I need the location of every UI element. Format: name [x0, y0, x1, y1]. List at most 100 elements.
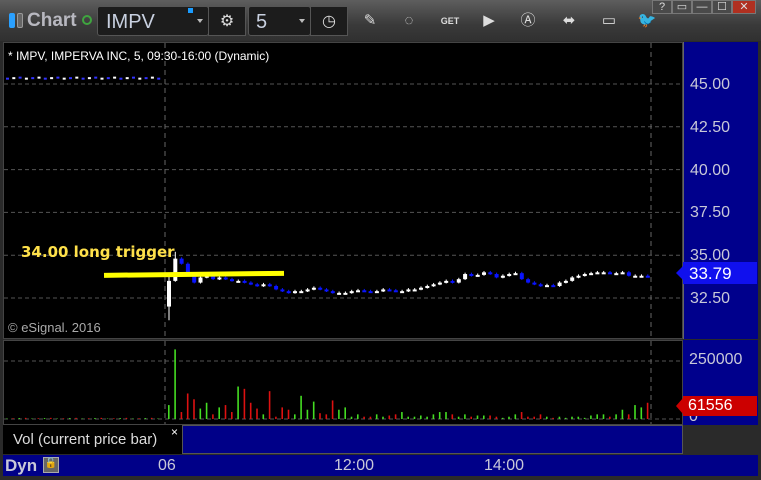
volume-bar	[281, 407, 283, 419]
volume-bar	[199, 408, 202, 419]
candle	[570, 277, 575, 281]
volume-bar	[615, 414, 617, 419]
candle	[374, 291, 379, 294]
prev-day-volume-bar	[43, 418, 46, 419]
volume-bar	[357, 414, 359, 419]
prev-day-candle	[144, 77, 148, 80]
volume-bar	[646, 402, 649, 419]
volume-bar	[375, 414, 378, 419]
candle	[337, 292, 342, 295]
candle	[324, 289, 329, 292]
volume-bar	[350, 416, 353, 419]
last-price-pointer	[676, 266, 683, 280]
time-tick: 14:00	[484, 457, 525, 474]
volume-bar	[489, 415, 491, 419]
volume-bar	[180, 412, 183, 419]
volume-bar	[495, 416, 498, 419]
candle	[488, 272, 493, 275]
prev-day-candle	[113, 76, 117, 79]
volume-bar	[249, 402, 252, 419]
volume-bar	[564, 417, 567, 419]
candle	[639, 275, 644, 278]
chart-plot	[4, 43, 683, 424]
prev-day-volume-bar	[138, 418, 140, 419]
prev-day-candle	[24, 77, 28, 80]
volume-bar	[407, 416, 409, 419]
volume-bar	[420, 415, 422, 419]
candle	[507, 274, 512, 277]
volume-bar	[539, 414, 542, 419]
time-axis[interactable]: Dyn 🔓 06 12:00 14:00	[3, 455, 758, 476]
volume-bar	[520, 412, 523, 419]
candle	[167, 280, 171, 307]
candle	[425, 286, 430, 289]
candle	[400, 291, 405, 294]
prev-day-candle	[18, 76, 22, 79]
lock-icon[interactable]: 🔓	[43, 457, 59, 473]
candle	[444, 280, 449, 283]
volume-bar	[464, 414, 466, 419]
prev-day-volume-bar	[12, 418, 14, 419]
volume-bar	[571, 416, 573, 419]
prev-day-volume-bar	[150, 417, 153, 419]
prev-day-candle	[100, 77, 104, 80]
prev-day-candle	[31, 77, 35, 80]
candle	[582, 274, 587, 277]
volume-bar	[344, 407, 346, 419]
prev-day-candle	[12, 77, 16, 80]
candle	[198, 277, 203, 283]
prev-day-volume-bar	[37, 418, 39, 419]
candle	[356, 290, 360, 293]
volume-bar	[268, 391, 271, 419]
volume-bar	[470, 416, 472, 419]
volume-bar	[262, 414, 265, 419]
prev-day-volume-bar	[87, 418, 90, 419]
volume-bar	[231, 412, 233, 419]
candle	[311, 287, 316, 290]
prev-day-candle	[50, 77, 54, 80]
volume-bar	[243, 388, 246, 419]
prev-day-volume-bar	[119, 418, 121, 419]
trigger-annotation[interactable]: 34.00 long trigger	[21, 243, 175, 261]
candle	[545, 285, 549, 288]
candle	[387, 289, 392, 292]
candle	[576, 275, 581, 278]
candle	[406, 289, 411, 292]
candle	[494, 274, 499, 278]
prev-day-volume-bar	[144, 418, 147, 419]
volume-bar	[596, 414, 598, 419]
volume-bar	[438, 412, 441, 419]
volume-bar	[168, 405, 170, 419]
candle	[293, 291, 297, 294]
volume-bar	[583, 417, 586, 419]
candle	[620, 272, 625, 275]
volume-bar	[457, 416, 460, 419]
close-study-icon[interactable]: ×	[171, 425, 178, 439]
candle	[551, 285, 556, 288]
candle	[280, 289, 285, 292]
volume-bar	[602, 414, 605, 419]
candle	[419, 287, 423, 290]
volume-bar	[634, 405, 636, 419]
candle	[236, 280, 241, 283]
prev-day-candle	[62, 77, 66, 80]
volume-bar	[205, 402, 208, 419]
candle	[595, 272, 600, 275]
prev-day-candle	[138, 77, 142, 80]
volume-bar	[256, 408, 258, 419]
volume-study-label[interactable]: Vol (current price bar) ×	[3, 425, 182, 454]
candle	[242, 280, 247, 283]
volume-bar	[212, 414, 214, 419]
volume-bar	[426, 416, 428, 419]
prev-day-candle	[94, 76, 98, 79]
prev-day-volume-bar	[24, 417, 27, 419]
candle	[362, 290, 367, 293]
dynamic-mode[interactable]: Dyn	[5, 456, 37, 476]
volume-bar	[508, 416, 510, 419]
candle	[469, 274, 474, 277]
candle	[557, 282, 562, 287]
candle	[330, 291, 335, 294]
candle	[500, 275, 505, 278]
candle	[305, 289, 310, 292]
prev-day-candle	[87, 77, 91, 80]
